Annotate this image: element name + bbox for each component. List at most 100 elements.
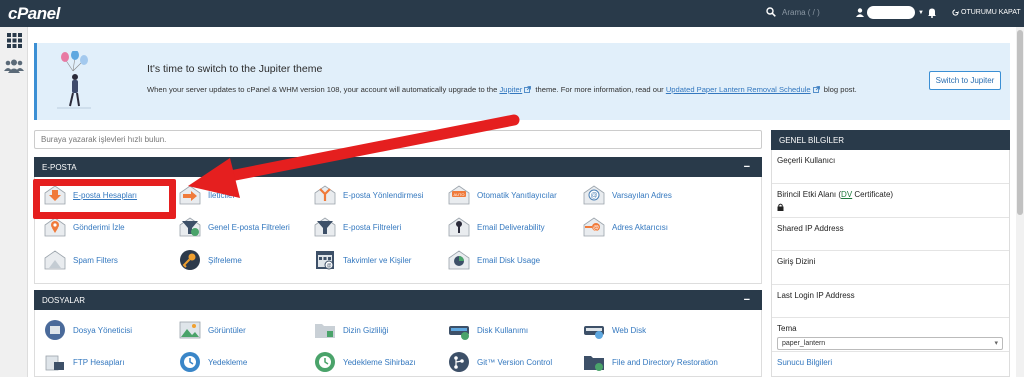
file-manager-item[interactable]: Dosya Yöneticisi — [43, 318, 132, 342]
collapse-icon[interactable]: − — [744, 294, 750, 306]
spam-filters-icon — [44, 250, 66, 270]
item-label: Spam Filters — [73, 255, 118, 265]
removal-schedule-link[interactable]: Updated Paper Lantern Removal Schedule — [666, 85, 811, 94]
red-highlight-box — [33, 179, 176, 219]
backup-icon — [180, 352, 200, 372]
search-icon — [766, 7, 776, 17]
banner-text: When your server updates to cPanel & WHM… — [147, 85, 857, 94]
default-address-icon: @ — [583, 185, 605, 205]
top-navbar: cPanel Arama ( / ) ▼ OTURUMU KAPAT — [0, 0, 1024, 27]
files-section-title: DOSYALAR — [42, 296, 85, 305]
directory-privacy-item[interactable]: Dizin Gizliliği — [313, 318, 388, 342]
item-label: Takvimler ve Kişiler — [343, 255, 412, 265]
item-label: Varsayılan Adres — [612, 190, 672, 200]
default-address-item[interactable]: @ Varsayılan Adres — [582, 183, 672, 207]
bell-icon[interactable] — [927, 7, 937, 18]
dv-certificate-link[interactable]: DV — [841, 190, 852, 199]
jupiter-link[interactable]: Jupiter — [499, 85, 522, 94]
files-section-body: Dosya Yöneticisi Görüntüler Dizin Gizlil… — [34, 310, 762, 377]
certificate-label: Certificate) — [852, 190, 894, 199]
scrollbar-thumb[interactable] — [1017, 30, 1023, 215]
address-importer-item[interactable]: @ Adres Aktarıcısı — [582, 215, 668, 239]
global-search[interactable]: Arama ( / ) — [766, 7, 820, 17]
person-with-balloons-illustration — [57, 51, 91, 109]
backup-item[interactable]: Yedekleme — [178, 350, 247, 374]
item-label: Web Disk — [612, 325, 647, 335]
spam-filters-item[interactable]: Spam Filters — [43, 248, 118, 272]
web-disk-icon — [584, 326, 604, 339]
external-link-icon — [524, 86, 532, 93]
general-info-header: GENEL BİLGİLER — [771, 130, 1010, 150]
primary-domain-row: Birincil Etki Alanı (DV Certificate) — [772, 184, 1009, 218]
email-filters-item[interactable]: E-posta Filtreleri — [313, 215, 401, 239]
theme-select[interactable]: paper_lantern — [777, 337, 1003, 350]
global-filters-icon — [179, 217, 201, 237]
user-menu[interactable]: ▼ — [856, 6, 924, 19]
item-label: Yedekleme Sihirbazı — [343, 357, 416, 367]
item-label: Disk Kullanımı — [477, 325, 529, 335]
red-annotation-arrow — [188, 114, 520, 198]
primary-domain-label: Birincil Etki Alanı (DV Certificate) — [777, 190, 1004, 199]
banner-title: It's time to switch to the Jupiter theme — [147, 63, 323, 75]
svg-text:@: @ — [326, 263, 331, 269]
item-label: File and Directory Restoration — [612, 357, 718, 367]
file-manager-icon — [45, 320, 65, 340]
item-label: Genel E-posta Filtreleri — [208, 222, 290, 232]
logout-link[interactable]: OTURUMU KAPAT — [952, 9, 1021, 16]
username-redacted — [867, 6, 915, 19]
banner-text-before: When your server updates to cPanel & WHM… — [147, 85, 498, 94]
files-section-header[interactable]: DOSYALAR − — [34, 290, 762, 310]
item-label: Şifreleme — [208, 255, 242, 265]
item-label: Gönderimi İzle — [73, 222, 125, 232]
search-placeholder: Arama ( / ) — [782, 7, 820, 17]
address-importer-icon: @ — [583, 217, 605, 237]
disk-usage-icon — [449, 326, 469, 340]
home-directory-row: Giriş Dizini — [772, 251, 1009, 285]
ftp-accounts-item[interactable]: FTP Hesapları — [43, 350, 124, 374]
grid-icon[interactable] — [7, 33, 22, 48]
item-label: Görüntüler — [208, 325, 246, 335]
item-label: Dosya Yöneticisi — [73, 325, 132, 335]
calendars-contacts-item[interactable]: @ Takvimler ve Kişiler — [313, 248, 411, 272]
email-section-title: E-POSTA — [42, 163, 77, 172]
svg-text:@: @ — [590, 193, 597, 200]
images-item[interactable]: Görüntüler — [178, 318, 246, 342]
git-version-control-item[interactable]: Git™ Version Control — [447, 350, 552, 374]
images-icon — [179, 321, 201, 339]
email-disk-usage-icon — [448, 250, 470, 270]
email-deliverability-item[interactable]: Email Deliverability — [447, 215, 545, 239]
item-label: Email Deliverability — [477, 222, 545, 232]
encryption-item[interactable]: Şifreleme — [178, 248, 242, 272]
file-restoration-item[interactable]: File and Directory Restoration — [582, 350, 718, 374]
primary-domain-text: Birincil Etki Alanı — [777, 190, 837, 199]
svg-text:@: @ — [593, 225, 599, 231]
cpanel-logo[interactable]: cPanel — [8, 4, 60, 24]
switch-to-jupiter-button[interactable]: Switch to Jupiter — [929, 71, 1001, 90]
collapse-icon[interactable]: − — [744, 161, 750, 173]
email-filters-icon — [314, 217, 336, 237]
logout-label: OTURUMU KAPAT — [961, 9, 1021, 16]
disk-usage-item[interactable]: Disk Kullanımı — [447, 318, 528, 342]
backup-wizard-icon — [315, 352, 335, 372]
shared-ip-row: Shared IP Address — [772, 218, 1009, 251]
item-label: Adres Aktarıcısı — [612, 222, 669, 232]
web-disk-item[interactable]: Web Disk — [582, 318, 646, 342]
lock-icon — [777, 203, 784, 211]
general-info-panel: Geçerli Kullanıcı Birincil Etki Alanı (D… — [771, 150, 1010, 377]
theme-row: Tema paper_lantern — [772, 318, 1009, 352]
item-label: E-posta Filtreleri — [343, 222, 402, 232]
encryption-icon — [180, 250, 200, 270]
file-restoration-icon — [584, 356, 604, 371]
user-icon — [856, 8, 864, 17]
banner-text-after: blog post. — [823, 85, 857, 94]
chevron-down-icon: ▼ — [918, 9, 924, 16]
email-disk-usage-item[interactable]: Email Disk Usage — [447, 248, 540, 272]
server-info-link[interactable]: Sunucu Bilgileri — [777, 358, 832, 367]
page-scrollbar[interactable] — [1016, 27, 1024, 377]
backup-wizard-item[interactable]: Yedekleme Sihirbazı — [313, 350, 416, 374]
current-user-label: Geçerli Kullanıcı — [777, 156, 836, 165]
current-user-row: Geçerli Kullanıcı — [772, 150, 1009, 184]
email-deliverability-icon — [448, 217, 470, 237]
users-icon[interactable] — [4, 59, 24, 73]
global-filters-item[interactable]: Genel E-posta Filtreleri — [178, 215, 290, 239]
